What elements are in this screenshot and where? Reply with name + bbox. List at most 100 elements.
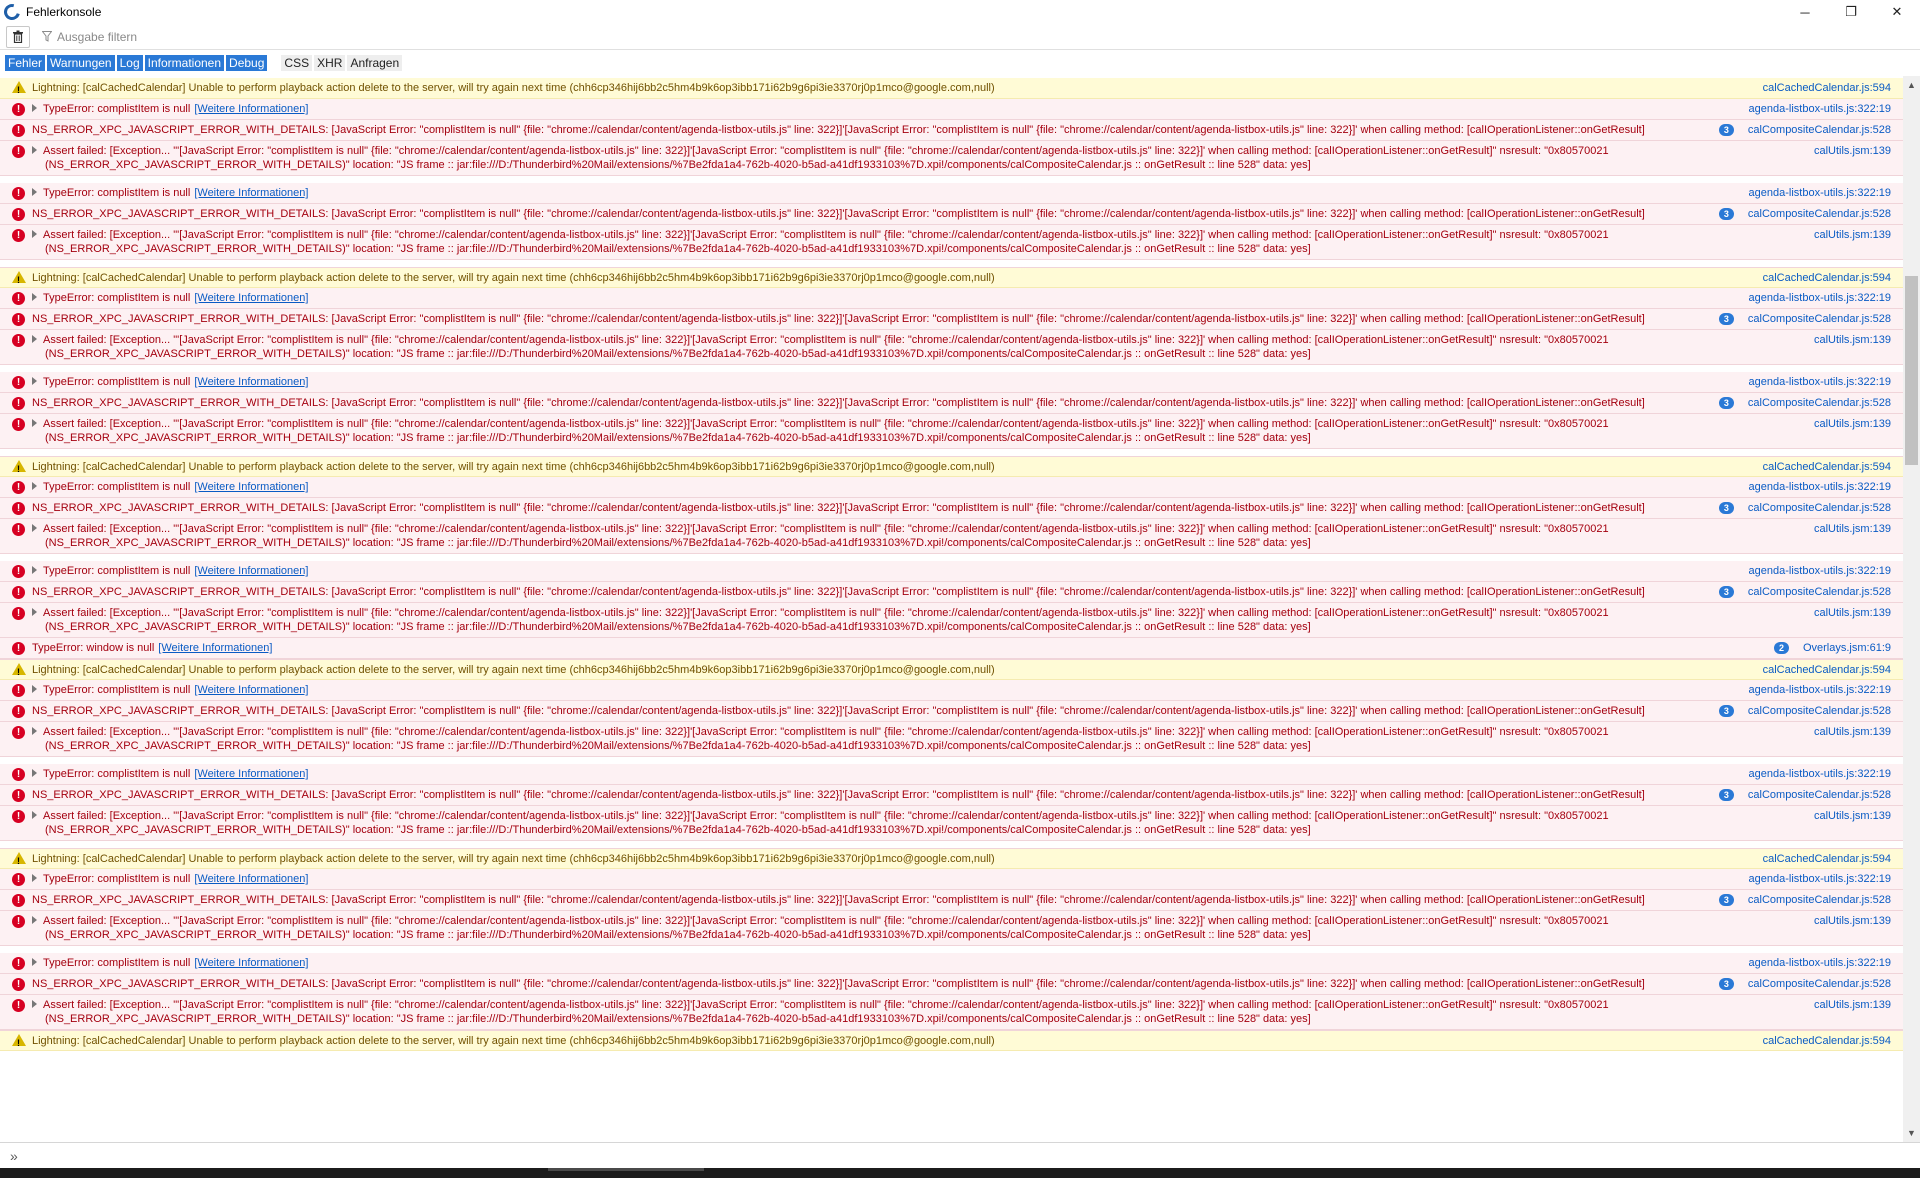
source-location[interactable]: agenda-listbox-utils.js:322:19 bbox=[1749, 291, 1891, 305]
message-source-link[interactable]: agenda-listbox-utils.js:322:19 bbox=[1749, 480, 1891, 494]
source-location[interactable]: calUtils.jsm:139 bbox=[1814, 144, 1891, 158]
message-source-link[interactable]: 3 calCompositeCalendar.js:528 bbox=[1718, 977, 1891, 991]
source-location[interactable]: calCompositeCalendar.js:528 bbox=[1748, 585, 1891, 599]
error-message[interactable]: ! NS_ERROR_XPC_JAVASCRIPT_ERROR_WITH_DETA… bbox=[0, 393, 1903, 414]
source-location[interactable]: calUtils.jsm:139 bbox=[1814, 522, 1891, 536]
source-location[interactable]: calUtils.jsm:139 bbox=[1814, 333, 1891, 347]
error-message[interactable]: ! NS_ERROR_XPC_JAVASCRIPT_ERROR_WITH_DETA… bbox=[0, 582, 1903, 603]
source-location[interactable]: agenda-listbox-utils.js:322:19 bbox=[1749, 956, 1891, 970]
error-message[interactable]: ! Assert failed: [Exception... "'[JavaScr… bbox=[0, 225, 1903, 260]
error-message[interactable]: ! TypeError: complistItem is null [Weitere… bbox=[0, 288, 1903, 309]
error-message[interactable]: ! NS_ERROR_XPC_JAVASCRIPT_ERROR_WITH_DETA… bbox=[0, 974, 1903, 995]
expand-arrow-icon[interactable] bbox=[32, 685, 37, 693]
expand-arrow-icon[interactable] bbox=[32, 188, 37, 196]
message-source-link[interactable]: agenda-listbox-utils.js:322:19 bbox=[1749, 956, 1891, 970]
tab-warnungen[interactable]: Warnungen bbox=[47, 55, 115, 71]
source-location[interactable]: calCompositeCalendar.js:528 bbox=[1748, 123, 1891, 137]
message-source-link[interactable]: 3 calCompositeCalendar.js:528 bbox=[1718, 396, 1891, 410]
more-info-link[interactable]: [Weitere Informationen] bbox=[194, 187, 308, 199]
source-location[interactable]: calUtils.jsm:139 bbox=[1814, 725, 1891, 739]
message-source-link[interactable]: 3 calCompositeCalendar.js:528 bbox=[1718, 312, 1891, 326]
source-location[interactable]: calUtils.jsm:139 bbox=[1814, 606, 1891, 620]
tab-informationen[interactable]: Informationen bbox=[144, 55, 225, 71]
expand-arrow-icon[interactable] bbox=[32, 811, 37, 819]
tab-css[interactable]: CSS bbox=[281, 55, 313, 71]
source-location[interactable]: calUtils.jsm:139 bbox=[1814, 228, 1891, 242]
message-source-link[interactable]: agenda-listbox-utils.js:322:19 bbox=[1749, 375, 1891, 389]
error-message[interactable]: ! TypeError: complistItem is null [Weitere… bbox=[0, 680, 1903, 701]
more-info-link[interactable]: [Weitere Informationen] bbox=[194, 873, 308, 885]
more-info-link[interactable]: [Weitere Informationen] bbox=[194, 103, 308, 115]
message-source-link[interactable]: calCachedCalendar.js:594 bbox=[1763, 81, 1891, 95]
source-location[interactable]: calUtils.jsm:139 bbox=[1814, 998, 1891, 1012]
expand-arrow-icon[interactable] bbox=[32, 335, 37, 343]
expand-arrow-icon[interactable] bbox=[32, 958, 37, 966]
source-location[interactable]: agenda-listbox-utils.js:322:19 bbox=[1749, 683, 1891, 697]
error-message[interactable]: ! TypeError: complistItem is null [Weitere… bbox=[0, 764, 1903, 785]
message-source-link[interactable]: agenda-listbox-utils.js:322:19 bbox=[1749, 186, 1891, 200]
more-info-link[interactable]: [Weitere Informationen] bbox=[194, 768, 308, 780]
message-source-link[interactable]: 3 calCompositeCalendar.js:528 bbox=[1718, 788, 1891, 802]
message-source-link[interactable]: 3 calCompositeCalendar.js:528 bbox=[1718, 585, 1891, 599]
error-message[interactable]: ! NS_ERROR_XPC_JAVASCRIPT_ERROR_WITH_DETA… bbox=[0, 785, 1903, 806]
error-message[interactable]: ! Assert failed: [Exception... "'[JavaScr… bbox=[0, 603, 1903, 638]
message-source-link[interactable]: calUtils.jsm:139 bbox=[1814, 809, 1891, 823]
scroll-up-arrow-icon[interactable]: ▲ bbox=[1907, 80, 1916, 90]
warning-message[interactable]: ! Lightning: [calCachedCalendar] Unable t… bbox=[0, 267, 1903, 288]
error-message[interactable]: ! NS_ERROR_XPC_JAVASCRIPT_ERROR_WITH_DETA… bbox=[0, 309, 1903, 330]
message-source-link[interactable]: agenda-listbox-utils.js:322:19 bbox=[1749, 683, 1891, 697]
error-message[interactable]: ! NS_ERROR_XPC_JAVASCRIPT_ERROR_WITH_DETA… bbox=[0, 498, 1903, 519]
tab-xhr[interactable]: XHR bbox=[314, 55, 346, 71]
expand-arrow-icon[interactable] bbox=[32, 419, 37, 427]
message-source-link[interactable]: 3 calCompositeCalendar.js:528 bbox=[1718, 704, 1891, 718]
source-location[interactable]: calCachedCalendar.js:594 bbox=[1763, 271, 1891, 285]
tab-log[interactable]: Log bbox=[116, 55, 143, 71]
source-location[interactable]: agenda-listbox-utils.js:322:19 bbox=[1749, 186, 1891, 200]
message-source-link[interactable]: calUtils.jsm:139 bbox=[1814, 228, 1891, 242]
error-message[interactable]: ! TypeError: complistItem is null [Weitere… bbox=[0, 477, 1903, 498]
source-location[interactable]: calCompositeCalendar.js:528 bbox=[1748, 893, 1891, 907]
console-output[interactable]: ! Lightning: [calCachedCalendar] Unable t… bbox=[0, 78, 1903, 1142]
expand-arrow-icon[interactable] bbox=[32, 230, 37, 238]
message-source-link[interactable]: calCachedCalendar.js:594 bbox=[1763, 460, 1891, 474]
error-message[interactable]: ! NS_ERROR_XPC_JAVASCRIPT_ERROR_WITH_DETA… bbox=[0, 204, 1903, 225]
error-message[interactable]: ! NS_ERROR_XPC_JAVASCRIPT_ERROR_WITH_DETA… bbox=[0, 890, 1903, 911]
message-source-link[interactable]: calUtils.jsm:139 bbox=[1814, 333, 1891, 347]
source-location[interactable]: calCompositeCalendar.js:528 bbox=[1748, 977, 1891, 991]
message-source-link[interactable]: agenda-listbox-utils.js:322:19 bbox=[1749, 564, 1891, 578]
message-source-link[interactable]: calCachedCalendar.js:594 bbox=[1763, 852, 1891, 866]
source-location[interactable]: agenda-listbox-utils.js:322:19 bbox=[1749, 375, 1891, 389]
warning-message[interactable]: ! Lightning: [calCachedCalendar] Unable t… bbox=[0, 659, 1903, 680]
source-location[interactable]: agenda-listbox-utils.js:322:19 bbox=[1749, 102, 1891, 116]
message-source-link[interactable]: calUtils.jsm:139 bbox=[1814, 606, 1891, 620]
more-info-link[interactable]: [Weitere Informationen] bbox=[194, 292, 308, 304]
warning-message[interactable]: ! Lightning: [calCachedCalendar] Unable t… bbox=[0, 1030, 1903, 1051]
expand-arrow-icon[interactable] bbox=[32, 293, 37, 301]
error-message[interactable]: ! Assert failed: [Exception... "'[JavaScr… bbox=[0, 330, 1903, 365]
scroll-down-arrow-icon[interactable]: ▼ bbox=[1907, 1128, 1916, 1138]
message-source-link[interactable]: agenda-listbox-utils.js:322:19 bbox=[1749, 291, 1891, 305]
error-message[interactable]: ! TypeError: complistItem is null [Weitere… bbox=[0, 869, 1903, 890]
source-location[interactable]: calCompositeCalendar.js:528 bbox=[1748, 704, 1891, 718]
message-source-link[interactable]: calUtils.jsm:139 bbox=[1814, 522, 1891, 536]
expand-arrow-icon[interactable] bbox=[32, 874, 37, 882]
source-location[interactable]: agenda-listbox-utils.js:322:19 bbox=[1749, 564, 1891, 578]
error-message[interactable]: ! TypeError: complistItem is null [Weitere… bbox=[0, 372, 1903, 393]
error-message[interactable]: ! Assert failed: [Exception... "'[JavaScr… bbox=[0, 911, 1903, 946]
source-location[interactable]: calUtils.jsm:139 bbox=[1814, 417, 1891, 431]
source-location[interactable]: calCompositeCalendar.js:528 bbox=[1748, 788, 1891, 802]
source-location[interactable]: calCompositeCalendar.js:528 bbox=[1748, 312, 1891, 326]
message-source-link[interactable]: 3 calCompositeCalendar.js:528 bbox=[1718, 501, 1891, 515]
expand-arrow-icon[interactable] bbox=[32, 727, 37, 735]
command-input[interactable] bbox=[25, 1148, 1826, 1163]
expand-arrow-icon[interactable] bbox=[32, 916, 37, 924]
more-info-link[interactable]: [Weitere Informationen] bbox=[194, 376, 308, 388]
expand-arrow-icon[interactable] bbox=[32, 482, 37, 490]
message-source-link[interactable]: 3 calCompositeCalendar.js:528 bbox=[1718, 207, 1891, 221]
expand-arrow-icon[interactable] bbox=[32, 566, 37, 574]
expand-arrow-icon[interactable] bbox=[32, 769, 37, 777]
source-location[interactable]: agenda-listbox-utils.js:322:19 bbox=[1749, 872, 1891, 886]
tab-anfragen[interactable]: Anfragen bbox=[347, 55, 403, 71]
error-message[interactable]: ! Assert failed: [Exception... "'[JavaScr… bbox=[0, 519, 1903, 554]
expand-arrow-icon[interactable] bbox=[32, 104, 37, 112]
